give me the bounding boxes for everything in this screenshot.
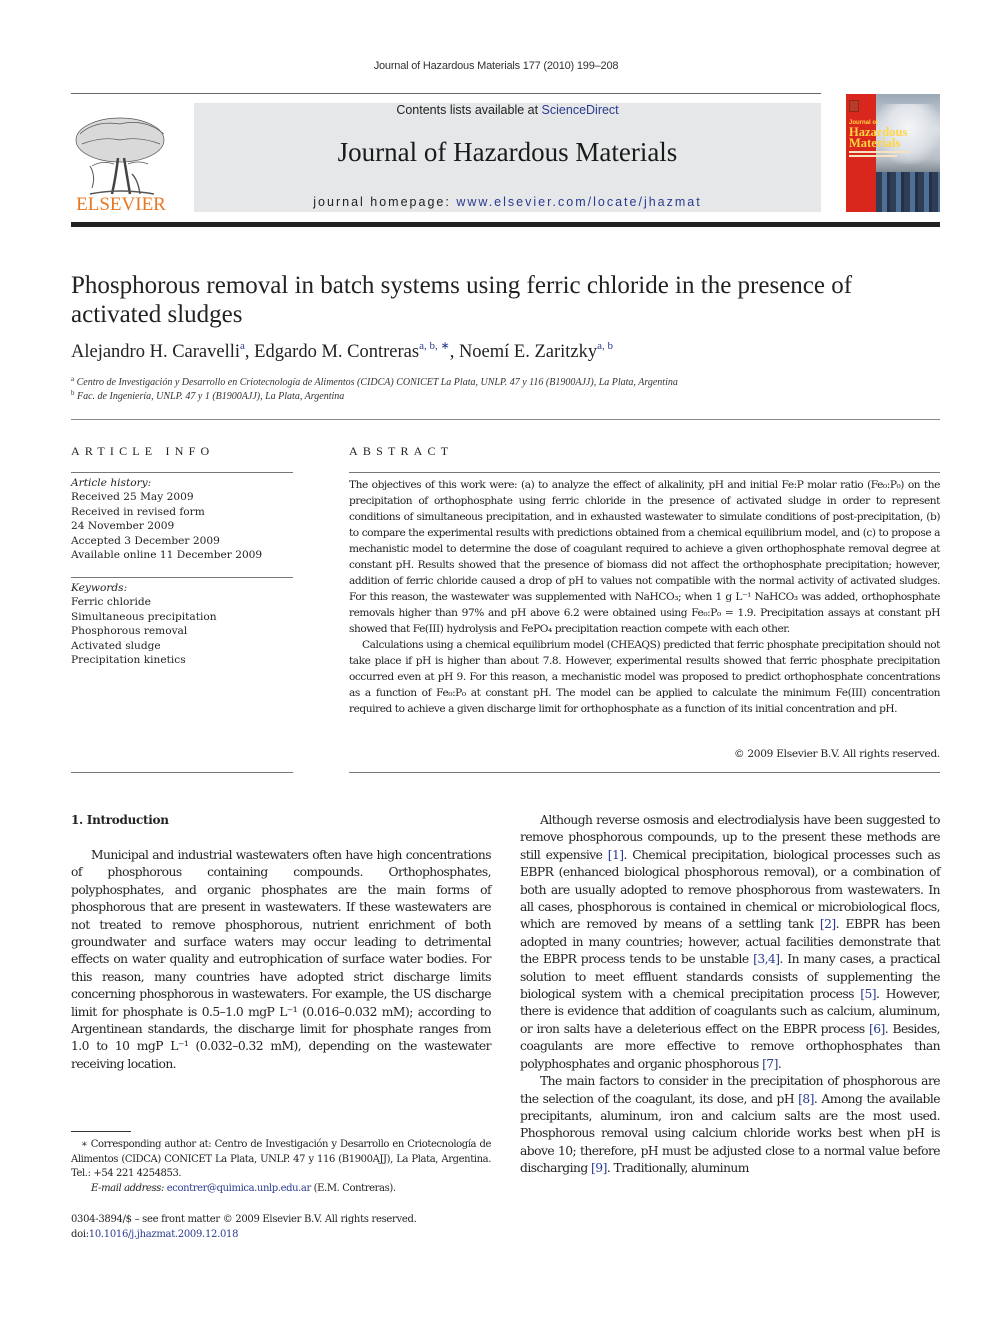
article-info-heading: ARTICLE INFO [71,444,215,458]
affiliation-rule [71,419,940,420]
body-text: . [777,1056,782,1071]
homepage-line: journal homepage: www.elsevier.com/locat… [194,195,821,209]
author-affiliation-mark[interactable]: a [240,340,245,352]
citation-link[interactable]: [1] [608,848,624,862]
sciencedirect-link[interactable]: ScienceDirect [542,103,619,117]
keywords-label: Keywords: [71,582,128,594]
divider [349,472,940,473]
corresponding-author-text: ∗ Corresponding author at: Centro de Inv… [71,1139,491,1179]
author-affiliation-mark[interactable]: a, b, ∗ [419,340,450,352]
affiliation-item: b Fac. de Ingeniería, UNLP. 47 y 1 (B190… [71,390,941,404]
divider [349,772,940,773]
body-paragraph: The main factors to consider in the prec… [520,1073,941,1177]
author-name[interactable]: Alejandro H. Caravelli [71,342,240,362]
footnote-rule [71,1131,131,1132]
abstract-paragraph: The objectives of this work were: (a) to… [349,479,940,635]
keyword-item[interactable]: Activated sludge [71,639,293,653]
body-column-left: Municipal and industrial wastewaters oft… [71,847,492,1073]
abstract-body: The objectives of this work were: (a) to… [349,477,940,717]
affiliation-text: Fac. de Ingeniería, UNLP. 47 y 1 (B1900A… [77,391,345,402]
author-name[interactable]: Noemí E. Zaritzky [459,342,597,362]
homepage-link[interactable]: www.elsevier.com/locate/jhazmat [456,195,701,209]
citation-link[interactable]: [6] [869,1022,885,1036]
article-history: Article history: Received 25 May 2009 Re… [71,476,293,562]
divider [71,577,293,578]
author-name[interactable]: Edgardo M. Contreras [254,342,419,362]
body-paragraph: Municipal and industrial wastewaters oft… [71,848,492,1071]
running-head: Journal of Hazardous Materials 177 (2010… [373,60,619,72]
abstract-paragraph: Calculations using a chemical equilibriu… [349,639,940,715]
email-label: E-mail address: [91,1182,167,1194]
keyword-item[interactable]: Phosphorous removal [71,624,293,638]
elsevier-wordmark[interactable]: ELSEVIER [70,194,172,216]
citation-link[interactable]: [7] [762,1057,778,1071]
contents-line: Contents lists available at ScienceDirec… [194,103,821,117]
cover-title-main: Hazardous Materials [849,126,907,150]
copyright-notice: © 2009 Elsevier B.V. All rights reserved… [734,748,940,760]
contents-prefix: Contents lists available at [396,103,542,117]
citation-link[interactable]: [8] [798,1092,814,1106]
cover-subtitle-bar [849,151,909,153]
doi-line: doi:10.1016/j.jhazmat.2009.12.018 [71,1227,491,1242]
corresponding-author-footnote: ∗ Corresponding author at: Centro de Inv… [71,1138,491,1196]
cover-plant-image [876,172,940,212]
affiliation-mark: a [71,375,75,383]
cover-title-line3: Materials [849,136,901,150]
affiliation-mark: b [71,389,75,397]
issn-line: 0304-3894/$ – see front matter © 2009 El… [71,1214,417,1225]
doi-link[interactable]: 10.1016/j.jhazmat.2009.12.018 [89,1229,239,1240]
citation-link[interactable]: [3,4] [753,952,780,966]
affiliation-text: Centro de Investigación y Desarrollo en … [76,377,678,388]
top-rule [71,93,821,94]
keyword-item[interactable]: Precipitation kinetics [71,653,293,667]
keyword-item[interactable]: Ferric chloride [71,595,293,609]
body-paragraph: Although reverse osmosis and electrodial… [520,812,941,1073]
email-link[interactable]: econtrer@quimica.unlp.edu.ar [167,1183,311,1194]
author-list: Alejandro H. Caravellia, Edgardo M. Cont… [71,340,614,363]
author-affiliation-mark[interactable]: a, b [597,340,613,352]
journal-masthead: Contents lists available at ScienceDirec… [194,103,821,212]
abstract-heading: ABSTRACT [349,444,454,458]
divider [71,772,293,773]
affiliations: a Centro de Investigación y Desarrollo e… [71,376,941,404]
header-thick-rule [71,222,940,227]
journal-title: Journal of Hazardous Materials [337,137,678,167]
homepage-prefix: journal homepage: [313,195,457,209]
history-item: Accepted 3 December 2009 [71,534,220,547]
article-title: Phosphorous removal in batch systems usi… [71,272,853,328]
journal-cover-thumbnail[interactable]: Journal of Hazardous Materials [846,94,940,212]
history-item: 24 November 2009 [71,520,175,533]
front-matter: 0304-3894/$ – see front matter © 2009 El… [71,1212,491,1242]
cover-emblem-icon [849,100,859,112]
body-column-right: Although reverse osmosis and electrodial… [520,812,941,1178]
history-item: Received 25 May 2009 [71,491,194,504]
section-heading-introduction: 1. Introduction [71,813,169,827]
affiliation-item: a Centro de Investigación y Desarrollo e… [71,376,941,390]
citation-link[interactable]: [5] [860,987,876,1001]
history-item: Available online 11 December 2009 [71,549,263,562]
divider [71,472,293,473]
doi-prefix: doi: [71,1229,89,1240]
email-suffix: (E.M. Contreras). [310,1182,396,1194]
citation-link[interactable]: [2] [820,917,836,931]
history-item: Received in revised form [71,505,205,518]
keyword-item[interactable]: Simultaneous precipitation [71,610,293,624]
keywords: Keywords: Ferric chloride Simultaneous p… [71,581,293,667]
cover-subtitle-bar [849,155,897,157]
email-line: E-mail address: econtrer@quimica.unlp.ed… [71,1182,491,1197]
citation-link[interactable]: [9] [591,1161,607,1175]
body-text: . Traditionally, aluminum [606,1161,750,1176]
article-history-label: Article history: [71,477,152,489]
